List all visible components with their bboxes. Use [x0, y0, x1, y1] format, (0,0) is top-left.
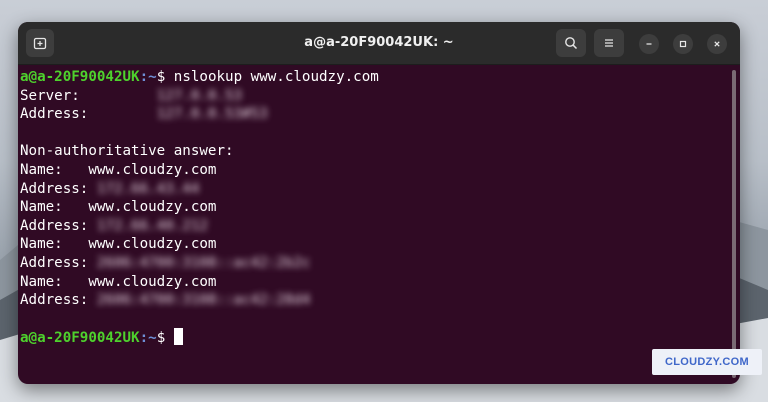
- output-label: Name:: [20, 236, 63, 253]
- terminal-line: Name: www.cloudzy.com: [20, 161, 216, 179]
- terminal-line: Address: 127.0.0.53#53: [20, 105, 268, 123]
- terminal-line: Server: 127.0.0.53: [20, 87, 242, 105]
- terminal-line: Address: 2606:4700:3108::ac42:2b2c: [20, 254, 310, 272]
- prompt-user-host: a@a-20F90042UK: [20, 330, 140, 347]
- output-value: www.cloudzy.com: [88, 162, 217, 178]
- output-label: Address:: [20, 292, 89, 309]
- output-padding: [88, 106, 156, 122]
- text-cursor: [173, 328, 183, 346]
- output-label: Address:: [20, 106, 89, 123]
- output-padding: [63, 199, 89, 215]
- redacted-value: 172.66.43.44: [96, 180, 200, 197]
- output-padding: [88, 255, 97, 271]
- output-label: Name:: [20, 199, 63, 216]
- search-icon: [565, 37, 578, 50]
- redacted-value: 172.66.40.212: [96, 217, 208, 234]
- output-padding: [63, 162, 89, 178]
- menu-button[interactable]: [594, 29, 624, 57]
- terminal-line: Name: www.cloudzy.com: [20, 235, 216, 253]
- terminal-line: Address: 2606:4700:3108::ac42:28d4: [20, 291, 310, 309]
- terminal-line: Address: 172.66.40.212: [20, 217, 208, 235]
- new-tab-icon: [33, 37, 47, 50]
- output-value: www.cloudzy.com: [88, 236, 217, 253]
- output-padding: [80, 88, 157, 104]
- output-label: Server:: [20, 87, 80, 104]
- terminal-line: a@a-20F90042UK:~$ nslookup www.cloudzy.c…: [20, 68, 379, 86]
- new-tab-button[interactable]: [26, 29, 54, 57]
- terminal-line: Non-authoritative answer:: [20, 142, 234, 160]
- output-label: Name:: [20, 162, 63, 178]
- output-padding: [88, 181, 97, 197]
- minimize-icon: [646, 43, 652, 45]
- terminal-output[interactable]: a@a-20F90042UK:~$ nslookup www.cloudzy.c…: [18, 65, 728, 384]
- prompt-user-host: a@a-20F90042UK: [20, 69, 140, 85]
- redacted-value: 2606:4700:3108::ac42:28d4: [96, 292, 311, 309]
- command-text: nslookup www.cloudzy.com: [173, 69, 379, 85]
- window-title: a@a-20F90042UK: ~: [304, 35, 454, 50]
- output-label: Address:: [20, 255, 89, 271]
- maximize-button[interactable]: [673, 34, 693, 54]
- output-padding: [63, 236, 89, 252]
- terminal-line: Address: 172.66.43.44: [20, 180, 199, 198]
- search-button[interactable]: [556, 29, 586, 57]
- redacted-value: 2606:4700:3108::ac42:2b2c: [96, 255, 311, 271]
- title-bar: a@a-20F90042UK: ~: [18, 22, 740, 65]
- output-padding: [88, 218, 97, 234]
- redacted-value: 127.0.0.53: [156, 87, 243, 104]
- output-label: Address:: [20, 180, 89, 197]
- terminal-line: Name: www.cloudzy.com: [20, 198, 216, 216]
- prompt-path: :~: [139, 330, 157, 347]
- terminal-scrollbar[interactable]: [732, 70, 736, 378]
- prompt-path: :~: [139, 69, 157, 85]
- hamburger-menu-icon: [605, 39, 613, 47]
- terminal-window: a@a-20F90042UK: ~ a@a-20F90042UK:~$ nslo…: [18, 22, 740, 384]
- output-padding: [88, 292, 97, 308]
- output-padding: [63, 274, 89, 290]
- output-value: www.cloudzy.com: [88, 199, 217, 216]
- maximize-icon: [679, 40, 687, 48]
- terminal-line: Name: www.cloudzy.com: [20, 273, 216, 291]
- close-icon: [714, 41, 720, 47]
- redacted-value: 127.0.0.53#53: [156, 106, 268, 123]
- prompt-symbol: $: [156, 330, 174, 347]
- terminal-line: a@a-20F90042UK:~$: [20, 328, 183, 346]
- close-button[interactable]: [707, 34, 727, 54]
- output-label: Name:: [20, 273, 63, 290]
- output-value: www.cloudzy.com: [88, 273, 217, 290]
- output-label: Address:: [20, 217, 89, 234]
- output-text: Non-authoritative answer:: [20, 143, 234, 160]
- watermark-badge: CLOUDZY.COM: [652, 349, 762, 375]
- prompt-symbol: $: [156, 69, 174, 85]
- minimize-button[interactable]: [639, 34, 659, 54]
